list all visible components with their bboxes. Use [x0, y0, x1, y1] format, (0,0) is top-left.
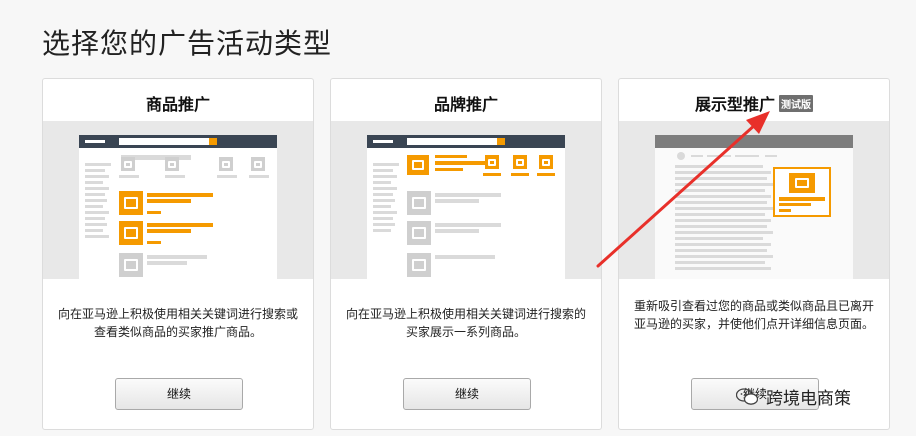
- card-title-text: 展示型推广: [694, 95, 775, 114]
- continue-button[interactable]: 继续: [403, 378, 531, 410]
- sponsored-products-preview: [43, 121, 313, 279]
- sponsored-brands-card: 品牌推广 向在亚马逊上积极使用相关关键词进行搜索的买家展示一系列商品。 继续: [330, 78, 602, 430]
- preview-mockup: [655, 135, 853, 279]
- continue-button[interactable]: 继续: [115, 378, 243, 410]
- beta-badge: 测试版: [779, 95, 813, 112]
- sponsored-display-card: 展示型推广 测试版 重新吸引查看过您的商品或类似商品且已离开亚马逊的买家，并使他…: [618, 78, 890, 430]
- watermark: 跨境电商策: [736, 384, 851, 409]
- page-title: 选择您的广告活动类型: [42, 27, 333, 60]
- card-description: 向在亚马逊上积极使用相关关键词进行搜索或查看类似商品的买家推广商品。: [57, 307, 298, 339]
- preview-mockup: [367, 135, 565, 279]
- preview-mockup: [79, 135, 277, 279]
- card-description: 重新吸引查看过您的商品或类似商品且已离开亚马逊的买家，并使他们点开详细信息页面。: [633, 299, 874, 331]
- sponsored-brands-preview: [331, 121, 601, 279]
- card-title: 商品推广: [145, 95, 210, 114]
- card-description: 向在亚马逊上积极使用相关关键词进行搜索的买家展示一系列商品。: [345, 307, 586, 339]
- sponsored-products-card: 商品推广 向在亚马逊上积极使用相关关键词进行搜索或查看类似商品的买家推广商品。 …: [42, 78, 314, 430]
- card-title: 品牌推广: [433, 95, 498, 114]
- wechat-icon: [736, 387, 758, 405]
- sponsored-display-preview: [619, 121, 889, 279]
- watermark-text: 跨境电商策: [766, 389, 851, 409]
- card-title: 展示型推广 测试版: [619, 91, 889, 115]
